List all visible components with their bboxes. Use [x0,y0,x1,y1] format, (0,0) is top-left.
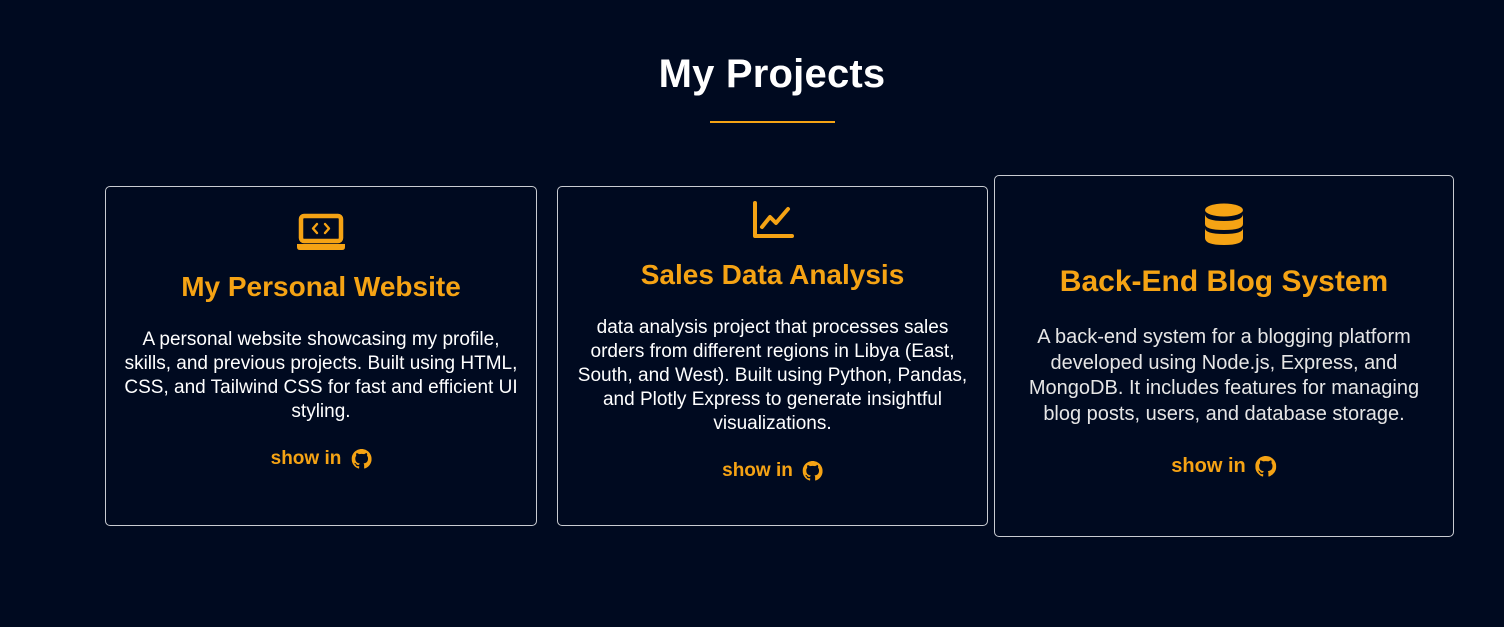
laptop-code-icon [297,213,345,250]
show-in-github-link[interactable]: show in [722,460,823,482]
project-description: data analysis project that processes sal… [577,317,968,434]
chart-line-icon [752,201,794,238]
project-description: A back-end system for a blogging platfor… [1028,326,1420,425]
show-in-label: show in [1171,455,1246,477]
project-title: My Personal Website [181,271,461,302]
github-icon [351,449,372,469]
show-in-label: show in [270,448,342,469]
section-title: My Projects [658,52,886,96]
title-underline [710,121,835,123]
show-in-label: show in [722,460,793,481]
show-in-github-link[interactable]: show in [1171,455,1277,478]
project-card-personal-website: My Personal Website A personal website s… [105,186,537,526]
show-in-github-link[interactable]: show in [271,448,372,470]
project-title: Back-End Blog System [1059,265,1389,298]
project-description: A personal website showcasing my profile… [124,329,518,422]
github-icon [1255,456,1277,477]
project-title: Sales Data Analysis [640,259,905,290]
database-icon [1205,203,1243,245]
project-card-sales-data-analysis: Sales Data Analysis data analysis projec… [557,186,988,526]
project-card-back-end-blog-system: Back-End Blog System A back-end system f… [994,175,1454,537]
github-icon [802,461,823,481]
